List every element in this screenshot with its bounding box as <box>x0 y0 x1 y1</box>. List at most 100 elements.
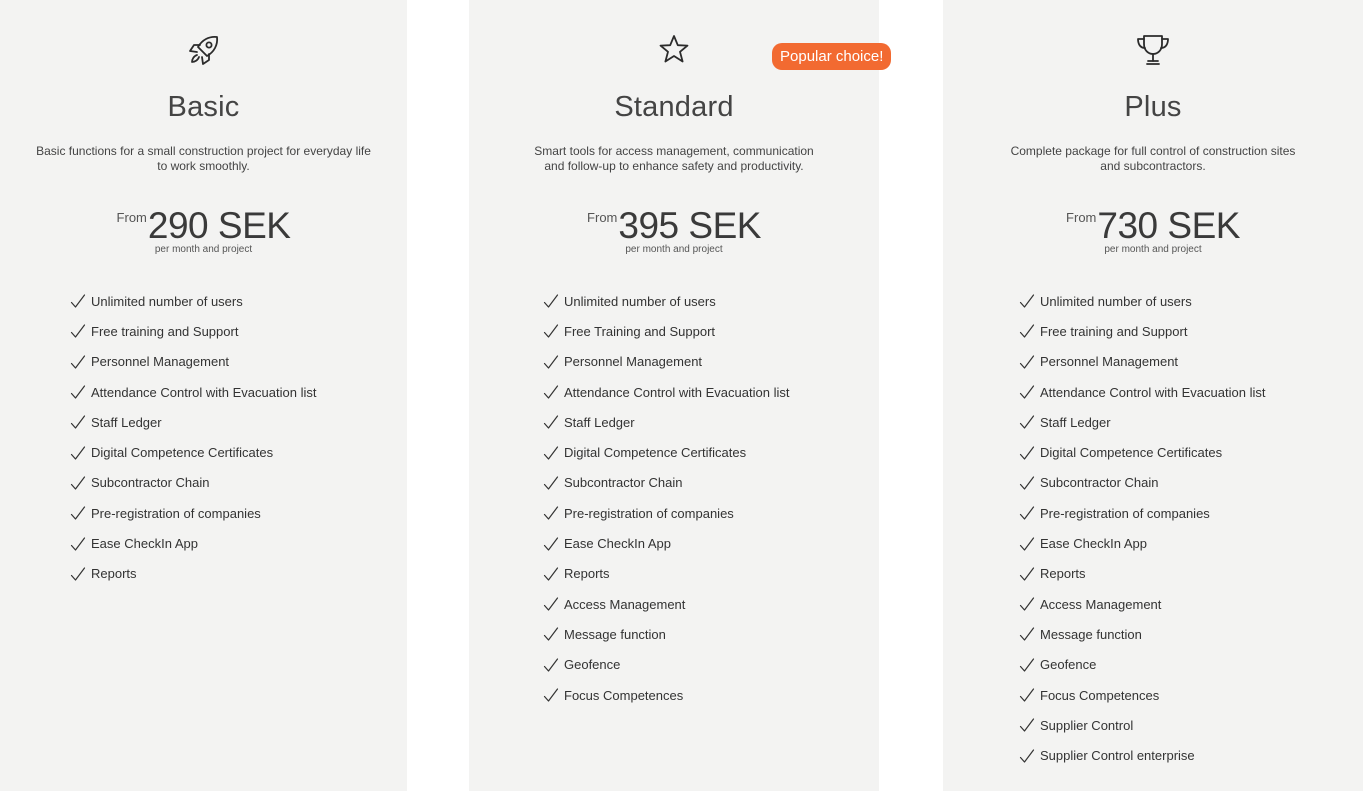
checkmark-icon <box>543 567 559 581</box>
plan-description: Basic functions for a small construction… <box>0 144 407 174</box>
feature-item: Message function <box>543 619 789 649</box>
feature-label: Message function <box>1040 626 1142 642</box>
trophy-icon <box>943 30 1363 74</box>
feature-item: Free training and Support <box>70 316 316 346</box>
feature-item: Staff Ledger <box>1019 407 1265 437</box>
feature-label: Pre-registration of companies <box>564 505 734 521</box>
feature-item: Pre-registration of companies <box>543 498 789 528</box>
feature-item: Geofence <box>1019 650 1265 680</box>
checkmark-icon <box>1019 536 1035 551</box>
checkmark-icon <box>1019 415 1035 429</box>
feature-label: Focus Competences <box>564 687 684 703</box>
feature-label: Reports <box>1040 566 1086 582</box>
plan-card-standard: Standard Smart tools for access manageme… <box>469 0 879 791</box>
feature-label: Reports <box>91 566 137 582</box>
feature-item: Reports <box>70 559 316 589</box>
feature-label: Reports <box>564 566 610 582</box>
feature-label: Digital Competence Certificates <box>1040 445 1223 461</box>
feature-item: Digital Competence Certificates <box>70 437 316 467</box>
feature-list: Unlimited number of users Free training a… <box>1019 286 1265 771</box>
checkmark-icon <box>70 294 86 308</box>
checkmark-icon <box>70 567 86 581</box>
feature-item: Attendance Control with Evacuation list <box>1019 377 1265 407</box>
price-amount: 290 SEK <box>147 205 291 246</box>
pricing-page: Basic Basic functions for a small constr… <box>0 0 1363 791</box>
feature-item: Digital Competence Certificates <box>1019 437 1265 467</box>
feature-item: Supplier Control <box>1019 710 1265 740</box>
feature-item: Reports <box>1019 559 1265 589</box>
plan-description-line: Complete package for full control of con… <box>1010 144 1296 158</box>
checkmark-icon <box>543 324 559 339</box>
feature-item: Unlimited number of users <box>70 286 316 316</box>
feature-label: Supplier Control enterprise <box>1040 748 1195 764</box>
checkmark-icon <box>1019 446 1035 460</box>
feature-label: Free training and Support <box>1040 323 1188 339</box>
feature-label: Focus Competences <box>1040 687 1160 703</box>
plan-description: Complete package for full control of con… <box>943 144 1363 174</box>
checkmark-icon <box>543 476 559 490</box>
feature-label: Pre-registration of companies <box>1040 505 1210 521</box>
plan-description-line: and follow-up to enhance safety and prod… <box>544 159 804 173</box>
feature-label: Attendance Control with Evacuation list <box>1040 384 1266 400</box>
feature-item: Unlimited number of users <box>1019 286 1265 316</box>
plan-title: Basic <box>167 91 240 123</box>
price-prefix: From <box>1066 210 1097 225</box>
feature-item: Ease CheckIn App <box>1019 528 1265 558</box>
checkmark-icon <box>543 506 559 520</box>
price-prefix: From <box>587 210 618 225</box>
feature-label: Staff Ledger <box>91 414 162 430</box>
checkmark-icon <box>543 597 559 611</box>
feature-item: Staff Ledger <box>543 407 789 437</box>
checkmark-icon <box>70 536 86 551</box>
feature-item: Ease CheckIn App <box>543 528 789 558</box>
feature-label: Personnel Management <box>564 354 703 370</box>
feature-label: Access Management <box>1040 596 1162 612</box>
feature-label: Ease CheckIn App <box>91 536 198 552</box>
checkmark-icon <box>543 446 559 460</box>
checkmark-icon <box>70 415 86 429</box>
feature-label: Ease CheckIn App <box>564 536 671 552</box>
feature-label: Unlimited number of users <box>91 293 243 309</box>
feature-item: Personnel Management <box>70 347 316 377</box>
plan-title: Plus <box>1124 91 1182 123</box>
checkmark-icon <box>1019 658 1035 672</box>
checkmark-icon <box>70 324 86 339</box>
checkmark-icon <box>70 385 86 399</box>
feature-item: Unlimited number of users <box>543 286 789 316</box>
checkmark-icon <box>543 415 559 429</box>
checkmark-icon <box>1019 506 1035 520</box>
feature-item: Focus Competences <box>1019 680 1265 710</box>
feature-item: Attendance Control with Evacuation list <box>70 377 316 407</box>
plan-description: Smart tools for access management, commu… <box>469 144 879 174</box>
feature-label: Attendance Control with Evacuation list <box>564 384 790 400</box>
checkmark-icon <box>543 688 559 702</box>
checkmark-icon <box>543 627 559 642</box>
feature-label: Personnel Management <box>91 354 230 370</box>
feature-item: Subcontractor Chain <box>70 468 316 498</box>
feature-item: Supplier Control enterprise <box>1019 740 1265 770</box>
feature-item: Attendance Control with Evacuation list <box>543 377 789 407</box>
feature-label: Geofence <box>1040 657 1097 673</box>
feature-item: Ease CheckIn App <box>70 528 316 558</box>
checkmark-icon <box>70 446 86 460</box>
feature-item: Pre-registration of companies <box>70 498 316 528</box>
feature-label: Supplier Control <box>1040 717 1134 733</box>
checkmark-icon <box>1019 476 1035 490</box>
feature-label: Attendance Control with Evacuation list <box>91 384 317 400</box>
feature-item: Personnel Management <box>1019 347 1265 377</box>
feature-item: Staff Ledger <box>70 407 316 437</box>
price-prefix: From <box>116 210 147 225</box>
plan-card-basic: Basic Basic functions for a small constr… <box>0 0 407 791</box>
feature-item: Free training and Support <box>1019 316 1265 346</box>
feature-label: Digital Competence Certificates <box>564 445 747 461</box>
feature-item: Access Management <box>1019 589 1265 619</box>
plan-description-line: to work smoothly. <box>157 159 250 173</box>
feature-label: Staff Ledger <box>564 414 635 430</box>
checkmark-icon <box>543 658 559 672</box>
checkmark-icon <box>70 506 86 520</box>
plan-price: From730 SEK per month and project <box>943 206 1363 256</box>
checkmark-icon <box>543 294 559 308</box>
plan-price: From395 SEK per month and project <box>469 206 879 256</box>
checkmark-icon <box>1019 597 1035 611</box>
plan-price: From290 SEK per month and project <box>0 205 407 256</box>
